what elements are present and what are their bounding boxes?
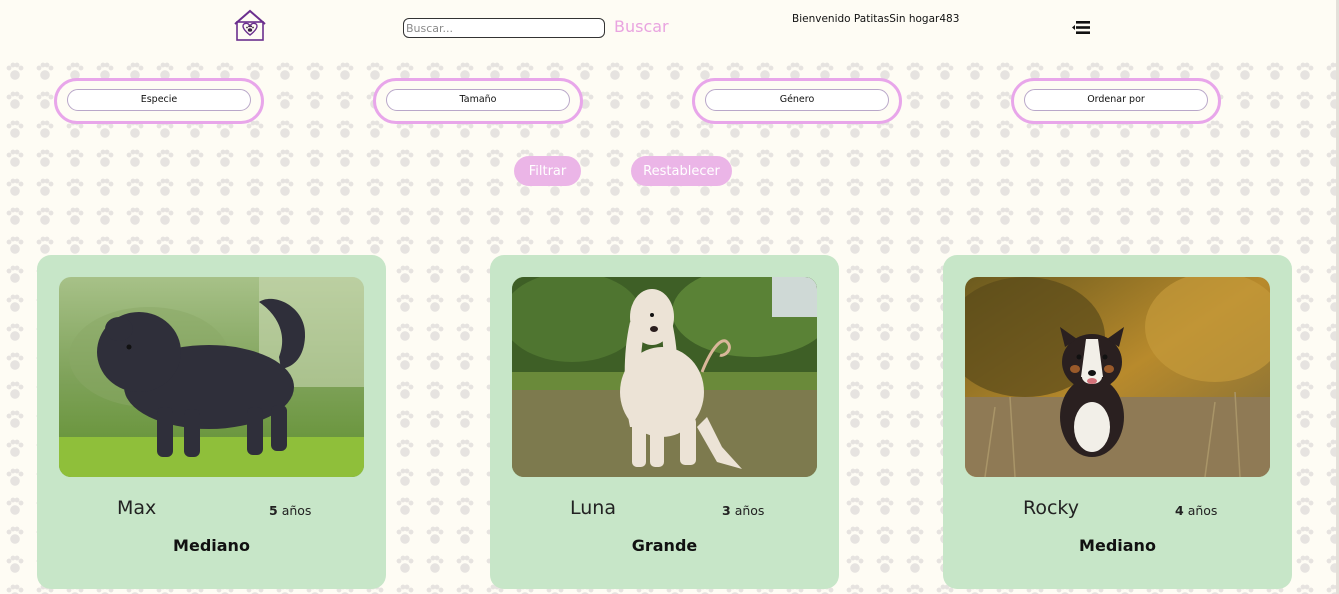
pet-name: Luna (570, 497, 616, 519)
pet-size: Mediano (1079, 536, 1156, 555)
home-paw-logo-icon[interactable] (233, 9, 267, 42)
reset-button[interactable]: Restablecer (631, 156, 732, 186)
pet-age: 3 años (722, 503, 764, 518)
pet-photo-tricolor-collie[interactable] (965, 277, 1270, 477)
pet-photo-afghan-hound[interactable] (512, 277, 817, 477)
filter-especie[interactable]: Especie (54, 78, 264, 124)
pet-age-value: 5 (269, 503, 278, 518)
pet-photo-black-shaggy-dog[interactable] (59, 277, 364, 477)
search-input[interactable] (403, 18, 605, 38)
pet-card-luna[interactable]: Luna 3 años Grande (490, 255, 839, 589)
filter-genero-select[interactable]: Género (705, 89, 889, 111)
pet-age-value: 3 (722, 503, 731, 518)
filter-ordenar[interactable]: Ordenar por (1011, 78, 1221, 124)
menu-toggle-icon[interactable] (1071, 19, 1091, 36)
filter-tamano-select[interactable]: Tamaño (386, 89, 570, 111)
pet-age-unit: años (734, 503, 765, 518)
filter-tamano[interactable]: Tamaño (373, 78, 583, 124)
filter-especie-select[interactable]: Especie (67, 89, 251, 111)
pet-age: 4 años (1175, 503, 1217, 518)
search-button[interactable]: Buscar (614, 17, 669, 36)
pet-card-max[interactable]: Max 5 años Mediano (37, 255, 386, 589)
pet-age-value: 4 (1175, 503, 1184, 518)
pet-age-unit: años (1187, 503, 1218, 518)
filter-button[interactable]: Filtrar (514, 156, 581, 186)
filter-genero[interactable]: Género (692, 78, 902, 124)
pet-size: Mediano (173, 536, 250, 555)
filter-ordenar-select[interactable]: Ordenar por (1024, 89, 1208, 111)
pet-age: 5 años (269, 503, 311, 518)
pet-name: Max (117, 497, 157, 519)
pet-size: Grande (631, 536, 698, 555)
top-header: Buscar Bienvenido PatitasSin hogar483 (0, 0, 1339, 58)
pet-name: Rocky (1023, 497, 1079, 519)
pet-age-unit: años (281, 503, 312, 518)
welcome-message: Bienvenido PatitasSin hogar483 (792, 13, 960, 25)
pet-card-rocky[interactable]: Rocky 4 años Mediano (943, 255, 1292, 589)
